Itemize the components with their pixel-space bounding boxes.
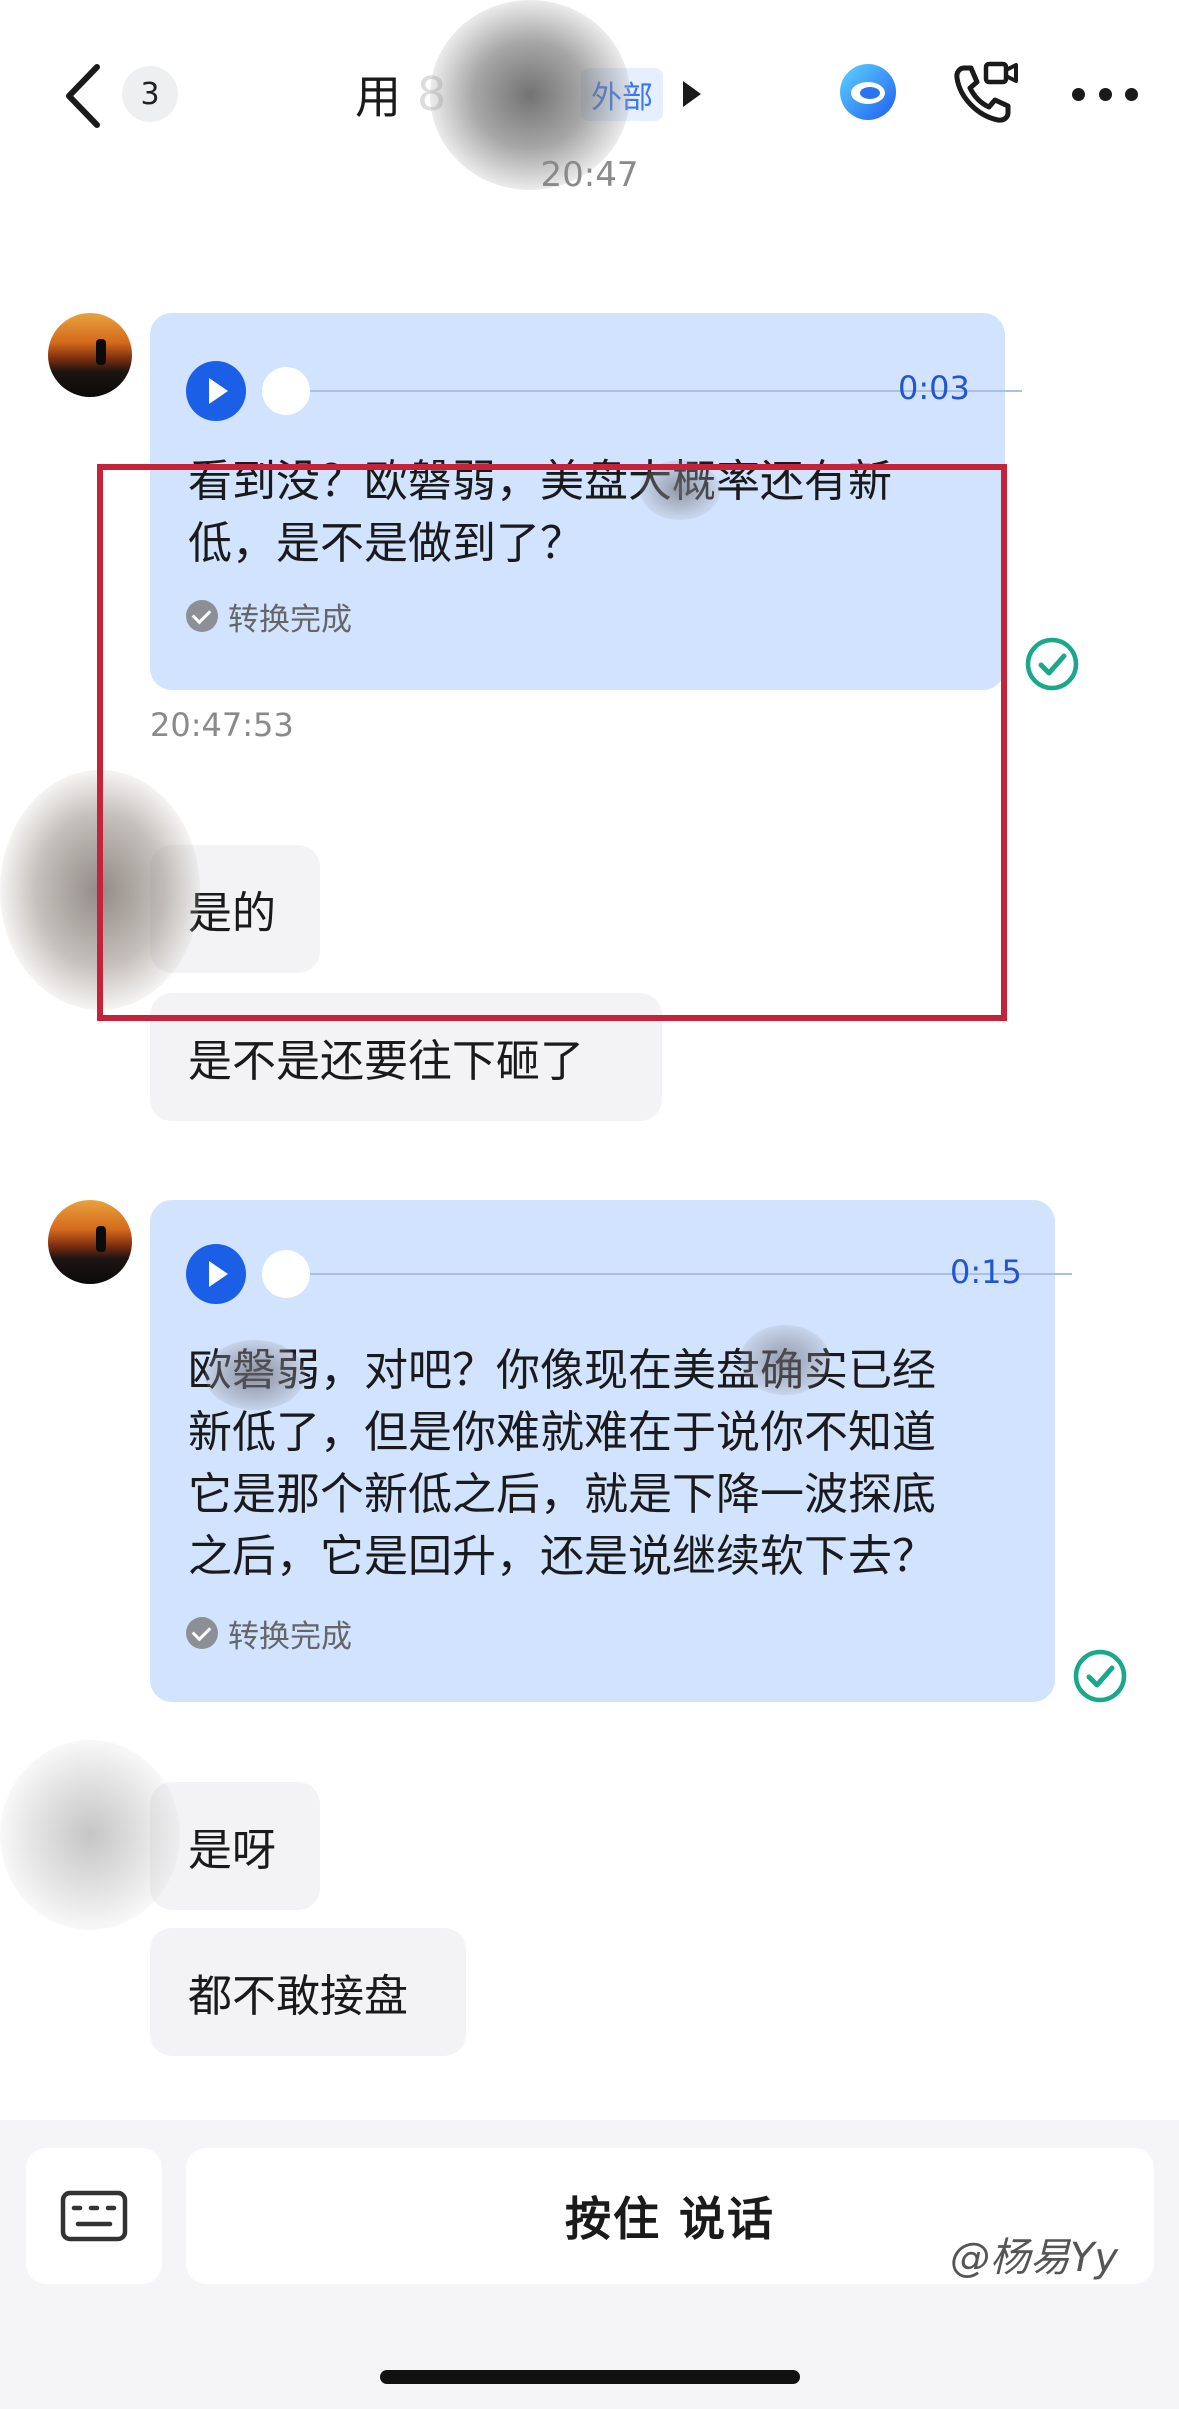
read-check-icon <box>1073 1649 1127 1703</box>
voice-progress-knob[interactable] <box>262 367 310 415</box>
read-check-icon <box>1025 637 1079 691</box>
voice-transcript-line: 之后，它是回升，还是说继续软下去？ <box>188 1531 936 1582</box>
avatar[interactable] <box>48 313 132 397</box>
message-text: 都不敢接盘 <box>188 1971 408 2022</box>
keyboard-icon <box>60 2190 128 2242</box>
video-call-icon[interactable] <box>950 58 1020 128</box>
keyboard-toggle-button[interactable] <box>26 2148 162 2284</box>
contact-name: 用 <box>355 70 403 124</box>
more-icon[interactable] <box>1072 84 1138 104</box>
conversion-status-label: 转换完成 <box>228 1618 352 1655</box>
watermark: @杨易Yy <box>950 2235 1119 2281</box>
redaction-smudge <box>0 1740 180 1930</box>
chat-timestamp: 20:47 <box>540 155 639 195</box>
ai-assistant-icon[interactable] <box>838 62 898 122</box>
message-text: 是不是还要往下砸了 <box>188 1036 584 1087</box>
play-icon[interactable] <box>186 1244 246 1304</box>
redaction-smudge <box>205 1340 305 1410</box>
back-button[interactable] <box>58 60 108 132</box>
voice-transcript-line: 新低了，但是你难就难在于说你不知道 <box>188 1407 936 1458</box>
voice-duration: 0:15 <box>950 1253 1022 1291</box>
voice-transcript-line: 它是那个新低之后，就是下降一波探底 <box>188 1469 936 1520</box>
voice-message-bubble[interactable]: 0:15 欧磐弱，对吧？你像现在美盘确实已经 新低了，但是你难就难在于说你不知道… <box>150 1200 1072 1702</box>
back-icon <box>66 64 100 128</box>
voice-progress-knob[interactable] <box>262 1250 310 1298</box>
conversion-status: 转换完成 <box>186 1613 352 1655</box>
redaction-smudge <box>740 1325 830 1395</box>
check-icon <box>186 1617 218 1649</box>
home-indicator[interactable] <box>380 2370 800 2384</box>
avatar[interactable] <box>48 1200 132 1284</box>
play-icon[interactable] <box>186 361 246 421</box>
message-text: 是呀 <box>188 1825 276 1876</box>
unread-badge: 3 <box>122 66 178 122</box>
voice-duration: 0:03 <box>898 369 970 407</box>
highlight-box <box>97 464 1007 1021</box>
expand-arrow-icon[interactable] <box>683 81 701 107</box>
text-message-bubble[interactable]: 都不敢接盘 <box>150 1928 466 2056</box>
